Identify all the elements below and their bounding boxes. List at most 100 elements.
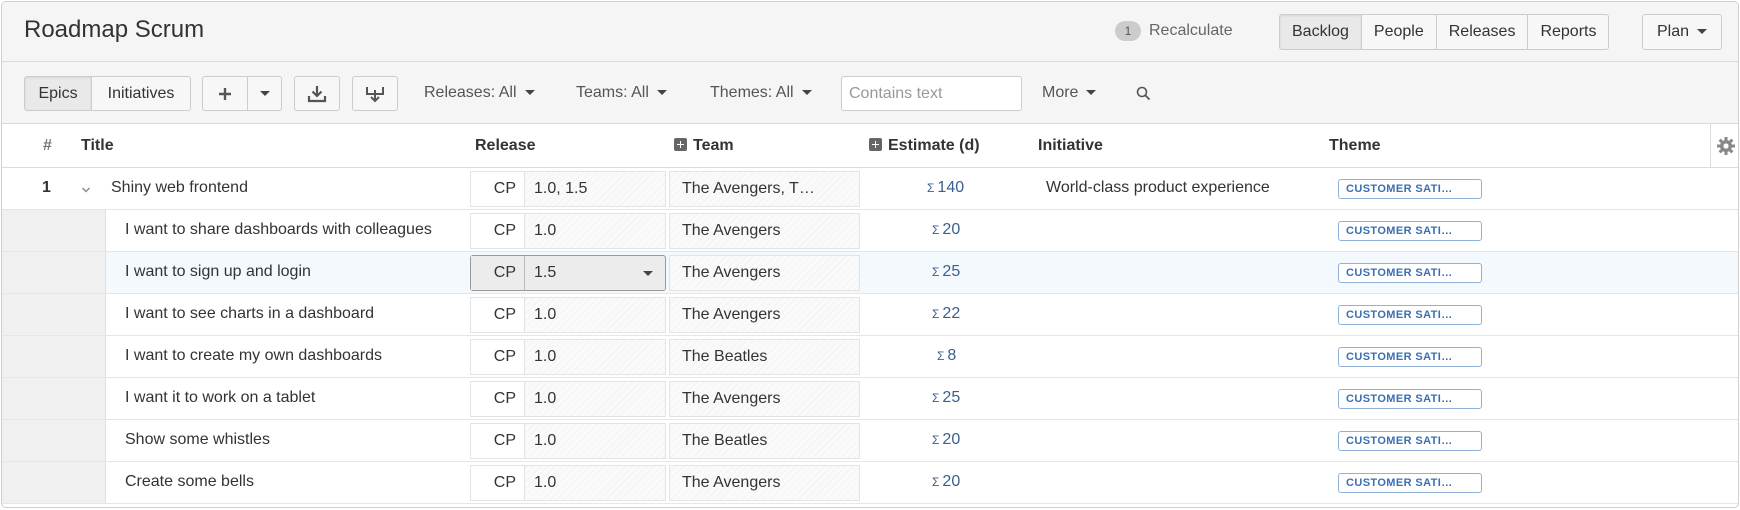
tab-reports[interactable]: Reports — [1528, 14, 1610, 50]
theme-badge[interactable]: CUSTOMER SATI… — [1338, 347, 1482, 367]
teams-filter[interactable]: Teams: All — [576, 84, 667, 102]
theme-badge[interactable]: CUSTOMER SATI… — [1338, 221, 1482, 241]
table-row[interactable]: I want to see charts in a dashboard CP 1… — [2, 294, 1738, 336]
estimate-cell[interactable]: Σ 25 — [932, 263, 960, 281]
table-row[interactable]: Show some whistles CP 1.0 The Beatles Σ2… — [2, 420, 1738, 462]
row-title[interactable]: I want it to work on a tablet — [125, 389, 315, 407]
column-header-team[interactable]: Team — [674, 137, 734, 155]
chevron-down-icon — [259, 91, 270, 96]
estimate-cell[interactable]: Σ 20 — [932, 221, 960, 239]
row-title[interactable]: Shiny web frontend — [111, 179, 248, 197]
row-indent — [2, 378, 106, 419]
estimate-cell[interactable]: Σ 25 — [932, 389, 960, 407]
column-header-release[interactable]: Release — [475, 137, 536, 155]
tab-releases[interactable]: Releases — [1436, 14, 1529, 50]
recalculate-button[interactable]: 1 Recalculate — [1115, 21, 1233, 41]
chevron-down-icon — [82, 187, 90, 193]
release-cell[interactable]: CP 1.0, 1.5 — [470, 171, 666, 207]
initiative-cell[interactable]: World-class product experience — [1046, 179, 1270, 197]
add-button[interactable] — [202, 76, 248, 111]
column-header-theme[interactable]: Theme — [1329, 137, 1381, 155]
plan-dropdown-button[interactable]: Plan — [1642, 14, 1723, 50]
row-title[interactable]: Create some bells — [125, 473, 254, 491]
download-button[interactable] — [294, 76, 340, 111]
theme-badge[interactable]: CUSTOMER SATI… — [1338, 389, 1482, 409]
theme-badge[interactable]: CUSTOMER SATI… — [1338, 179, 1482, 199]
collapse-toggle[interactable] — [81, 181, 91, 199]
estimate-cell[interactable]: Σ 22 — [932, 305, 960, 323]
import-button[interactable] — [352, 76, 398, 111]
estimate-cell[interactable]: Σ8 — [937, 347, 956, 365]
table-row[interactable]: I want to create my own dashboards CP 1.… — [2, 336, 1738, 378]
chevron-down-icon[interactable] — [643, 271, 653, 276]
estimate-cell[interactable]: Σ 20 — [932, 431, 960, 449]
epics-button[interactable]: Epics — [24, 76, 92, 111]
release-select[interactable]: CP 1.5 — [470, 255, 666, 291]
table-row[interactable]: 1 Shiny web frontend CP 1.0, 1.5 The Ave… — [2, 168, 1738, 210]
teams-filter-label: Teams: All — [576, 84, 649, 101]
search-button[interactable] — [1136, 86, 1151, 106]
column-header-estimate[interactable]: Estimate (d) — [869, 137, 980, 155]
row-title[interactable]: I want to share dashboards with colleagu… — [125, 221, 432, 239]
row-title[interactable]: Show some whistles — [125, 431, 270, 449]
row-title[interactable]: I want to see charts in a dashboard — [125, 305, 374, 323]
column-header-rank: # — [43, 137, 52, 154]
release-project-prefix: CP — [471, 382, 525, 416]
column-header-initiative[interactable]: Initiative — [1038, 137, 1103, 155]
add-dropdown-button[interactable] — [248, 76, 282, 111]
estimate-cell[interactable]: Σ 140 — [927, 179, 964, 197]
column-settings-button[interactable] — [1710, 124, 1738, 168]
sigma-icon: Σ — [932, 433, 940, 447]
table-row[interactable]: Create some bells CP 1.0 The Avengers Σ2… — [2, 462, 1738, 504]
theme-badge[interactable]: CUSTOMER SATI… — [1338, 431, 1482, 451]
import-icon — [366, 86, 384, 102]
tab-people[interactable]: People — [1361, 14, 1437, 50]
table-row[interactable]: I want to share dashboards with colleagu… — [2, 210, 1738, 252]
release-project-prefix: CP — [471, 256, 525, 290]
theme-badge[interactable]: CUSTOMER SATI… — [1338, 305, 1482, 325]
team-cell[interactable]: The Avengers — [669, 255, 860, 291]
theme-badge[interactable]: CUSTOMER SATI… — [1338, 263, 1482, 283]
team-cell[interactable]: The Beatles — [669, 423, 860, 459]
release-value: 1.5 — [534, 264, 557, 281]
table-row[interactable]: I want to sign up and login CP 1.5 The A… — [2, 252, 1738, 294]
release-cell[interactable]: CP 1.0 — [470, 339, 666, 375]
search-input[interactable] — [841, 76, 1022, 111]
gear-icon — [1716, 137, 1735, 155]
release-cell[interactable]: CP 1.0 — [470, 213, 666, 249]
release-project-prefix: CP — [471, 424, 525, 458]
team-cell[interactable]: The Avengers — [669, 381, 860, 417]
expand-plus-icon[interactable] — [674, 138, 687, 151]
column-header-title[interactable]: Title — [81, 137, 114, 155]
team-cell[interactable]: The Avengers — [669, 297, 860, 333]
release-value: 1.0 — [534, 432, 557, 449]
toolbar: Epics Initiatives Releases: All Teams: A… — [2, 62, 1738, 124]
table-row[interactable]: I want it to work on a tablet CP 1.0 The… — [2, 378, 1738, 420]
more-filter[interactable]: More — [1042, 84, 1097, 102]
release-cell[interactable]: CP 1.0 — [470, 465, 666, 501]
releases-filter[interactable]: Releases: All — [424, 84, 535, 102]
release-project-prefix: CP — [471, 298, 525, 332]
row-indent — [2, 294, 106, 335]
tab-backlog[interactable]: Backlog — [1279, 14, 1362, 50]
estimate-cell[interactable]: Σ 20 — [932, 473, 960, 491]
download-button-group — [294, 76, 340, 111]
theme-badge[interactable]: CUSTOMER SATI… — [1338, 473, 1482, 493]
release-project-prefix: CP — [471, 340, 525, 374]
expand-plus-icon[interactable] — [869, 138, 882, 151]
row-title[interactable]: I want to sign up and login — [125, 263, 311, 281]
page-title: Roadmap Scrum — [24, 16, 205, 43]
team-cell[interactable]: The Avengers — [669, 213, 860, 249]
row-title[interactable]: I want to create my own dashboards — [125, 347, 382, 365]
release-cell[interactable]: CP 1.0 — [470, 423, 666, 459]
themes-filter[interactable]: Themes: All — [710, 84, 812, 102]
release-value: 1.0 — [534, 306, 557, 323]
team-cell[interactable]: The Avengers — [669, 465, 860, 501]
release-cell[interactable]: CP 1.0 — [470, 381, 666, 417]
initiatives-button[interactable]: Initiatives — [92, 76, 191, 111]
team-cell[interactable]: The Avengers, T… — [669, 171, 860, 207]
release-cell[interactable]: CP 1.0 — [470, 297, 666, 333]
release-project-prefix: CP — [471, 466, 525, 500]
recalculate-label: Recalculate — [1149, 22, 1233, 39]
team-cell[interactable]: The Beatles — [669, 339, 860, 375]
